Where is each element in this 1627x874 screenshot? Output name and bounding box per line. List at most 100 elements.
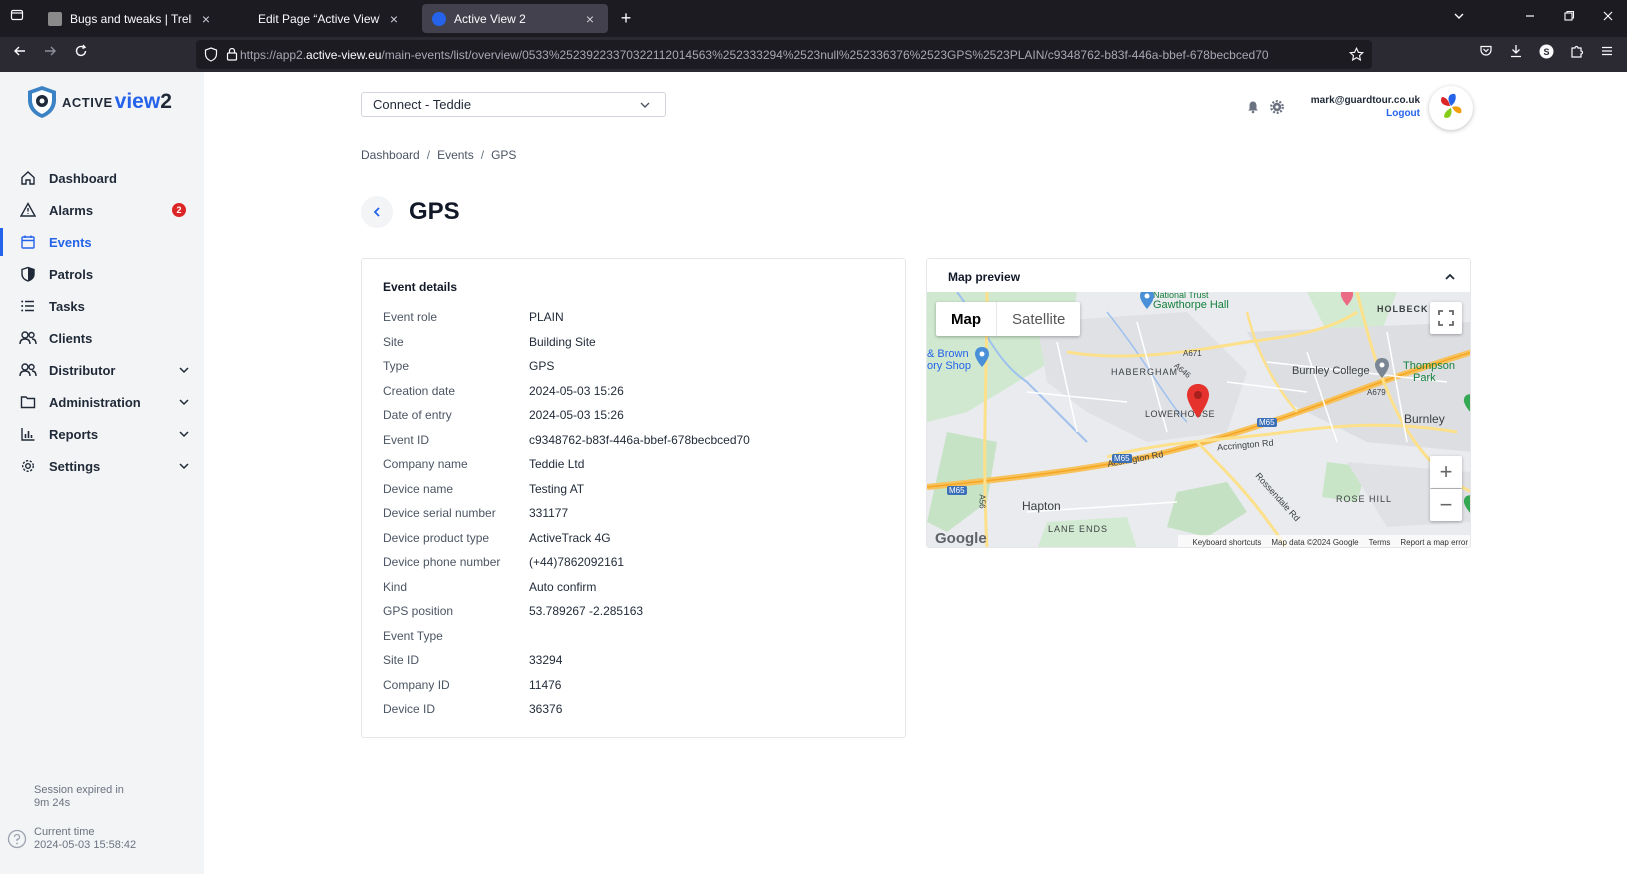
close-window-icon[interactable]: [1598, 8, 1618, 28]
tab-close-icon[interactable]: ×: [582, 11, 598, 27]
sidebar-item-patrols[interactable]: Patrols: [0, 258, 204, 290]
browser-tab-active-view[interactable]: Active View 2 ×: [422, 4, 608, 33]
wordpress-favicon-icon: [236, 11, 250, 26]
detail-label: Creation date: [383, 383, 456, 398]
page-title: GPS: [409, 198, 460, 225]
report-map-error-link[interactable]: Report a map error: [1400, 538, 1468, 547]
svg-text:S: S: [1543, 47, 1549, 57]
back-arrow-icon[interactable]: [10, 44, 30, 64]
sidebar-item-label: Distributor: [49, 362, 116, 378]
active-view-favicon-icon: [432, 11, 446, 26]
sidebar-item-administration[interactable]: Administration: [0, 386, 204, 418]
sidebar-item-events[interactable]: Events: [0, 226, 204, 258]
extension-s-icon[interactable]: S: [1536, 44, 1556, 65]
chevron-up-icon[interactable]: [1444, 271, 1456, 283]
map-view[interactable]: National Trust Gawthorpe Hall HOLBECK HA…: [927, 292, 1470, 547]
detail-label: Company ID: [383, 677, 450, 692]
breadcrumb-events[interactable]: Events: [437, 148, 474, 162]
lock-icon[interactable]: [226, 47, 238, 66]
forward-arrow-icon[interactable]: [40, 44, 60, 64]
sidebar-item-alarms[interactable]: Alarms 2: [0, 194, 204, 226]
sidebar-item-label: Settings: [49, 458, 101, 474]
sidebar-item-clients[interactable]: Clients: [0, 322, 204, 354]
tab-list-icon[interactable]: [8, 8, 26, 28]
map-type-satellite-button[interactable]: Satellite: [996, 302, 1080, 336]
road-shield-m65: M65: [1112, 454, 1132, 463]
chevron-down-icon[interactable]: [178, 460, 190, 472]
pocket-icon[interactable]: [1476, 44, 1496, 64]
help-circle-icon[interactable]: [7, 829, 27, 854]
detail-label: Device product type: [383, 530, 490, 545]
zoom-in-button[interactable]: +: [1430, 456, 1462, 488]
bell-icon[interactable]: [1246, 100, 1260, 114]
browser-nav-bar: https://app2.active-view.eu/main-events/…: [0, 37, 1627, 72]
breadcrumb-dashboard[interactable]: Dashboard: [361, 148, 420, 162]
detail-label: Device serial number: [383, 506, 496, 520]
minimize-window-icon[interactable]: [1520, 8, 1540, 28]
road-label-a671: A671: [1183, 349, 1202, 358]
map-label-lane-ends: LANE ENDS: [1048, 524, 1109, 534]
users-icon: [19, 329, 37, 347]
back-button[interactable]: [361, 196, 393, 228]
map-type-map-button[interactable]: Map: [936, 302, 996, 336]
url-bar[interactable]: https://app2.active-view.eu/main-events/…: [196, 40, 1372, 69]
alarms-count-badge: 2: [172, 203, 186, 217]
gear-icon[interactable]: [1270, 100, 1284, 114]
sidebar-item-settings[interactable]: Settings: [0, 450, 204, 482]
chevron-down-icon[interactable]: [178, 364, 190, 376]
company-logo-icon: [1440, 93, 1462, 118]
map-preview-title: Map preview: [948, 270, 1021, 284]
sidebar-item-reports[interactable]: Reports: [0, 418, 204, 450]
keyboard-shortcuts-link[interactable]: Keyboard shortcuts: [1192, 538, 1261, 547]
chevron-down-icon: [640, 102, 650, 108]
downloads-icon[interactable]: [1506, 44, 1526, 64]
detail-row-creation-date: Creation date 2024-05-03 15:26: [383, 381, 883, 401]
list-icon: [19, 297, 37, 315]
avatar[interactable]: [1429, 86, 1473, 130]
logout-link[interactable]: Logout: [1300, 108, 1420, 119]
detail-label: Device name: [383, 481, 454, 496]
new-tab-button[interactable]: +: [616, 8, 636, 28]
sidebar-item-label: Patrols: [49, 266, 94, 282]
sidebar-item-distributor[interactable]: Distributor: [0, 354, 204, 386]
chevron-down-icon[interactable]: [178, 396, 190, 408]
tab-close-icon[interactable]: ×: [198, 11, 214, 27]
current-time-value: 2024-05-03 15:58:42: [34, 839, 137, 851]
tab-close-icon[interactable]: ×: [386, 11, 402, 27]
menu-hamburger-icon[interactable]: [1597, 44, 1617, 64]
map-data-attribution: Map data ©2024 Google: [1271, 537, 1359, 547]
shield-icon[interactable]: [204, 47, 218, 67]
tab-title: Bugs and tweaks | Trello: [70, 11, 192, 26]
trello-favicon-icon: [48, 11, 62, 26]
map-label-rose-hill: ROSE HILL: [1336, 494, 1393, 504]
detail-row-device-phone-number: Device phone number (+44)7862092161: [383, 552, 883, 572]
fullscreen-button[interactable]: [1430, 302, 1462, 334]
bookmark-star-icon[interactable]: [1348, 46, 1365, 67]
browser-tab-edit-page[interactable]: Edit Page “Active View” ‹ Guardtour ×: [226, 4, 412, 33]
detail-label: Device phone number: [383, 555, 501, 569]
restore-window-icon[interactable]: [1559, 8, 1579, 28]
shield-icon: [19, 265, 37, 283]
session-expiry: Session expired in 9m 24s: [34, 784, 124, 810]
gps-location-marker-icon[interactable]: [1186, 384, 1210, 418]
detail-label: Event ID: [383, 432, 430, 447]
browser-tab-bar: Bugs and tweaks | Trello × Edit Page “Ac…: [0, 0, 1627, 37]
sidebar-item-dashboard[interactable]: Dashboard: [0, 162, 204, 194]
company-select[interactable]: Connect - Teddie: [361, 92, 666, 117]
detail-label: Device ID: [383, 702, 436, 716]
reload-icon[interactable]: [71, 44, 91, 64]
url-text[interactable]: https://app2.active-view.eu/main-events/…: [240, 48, 1269, 62]
zoom-out-button[interactable]: −: [1430, 489, 1462, 521]
home-icon: [19, 169, 37, 187]
chevron-down-icon[interactable]: [178, 428, 190, 440]
sidebar-item-tasks[interactable]: Tasks: [0, 290, 204, 322]
detail-value: Building Site: [529, 334, 596, 349]
session-expiry-value: 9m 24s: [34, 797, 71, 809]
extensions-puzzle-icon[interactable]: [1567, 44, 1587, 64]
browser-tab-trello[interactable]: Bugs and tweaks | Trello ×: [38, 4, 224, 33]
bar-chart-icon: [19, 425, 37, 443]
terms-link[interactable]: Terms: [1369, 538, 1391, 547]
url-domain: active-view.eu: [306, 47, 382, 62]
tab-overflow-chevron-icon[interactable]: [1449, 8, 1469, 28]
active-view-logo[interactable]: ACTIVE view 2: [26, 85, 172, 119]
